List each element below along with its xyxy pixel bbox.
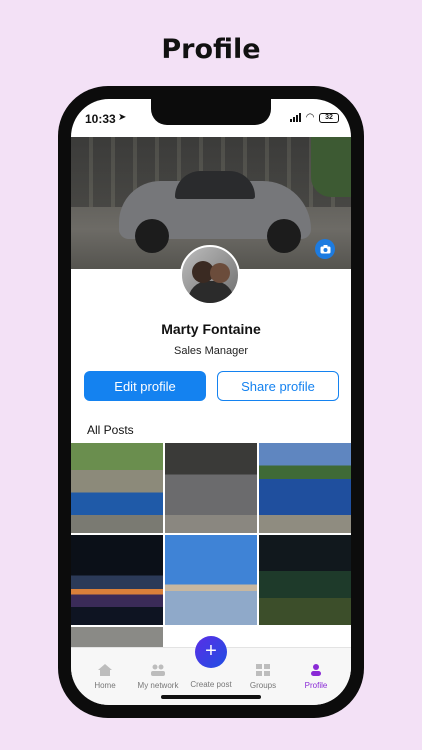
tab-create-post-label: Create post	[190, 680, 232, 689]
tab-profile[interactable]: Profile	[288, 664, 344, 690]
tab-groups-label: Groups	[249, 681, 277, 690]
wifi-icon: ◠	[306, 112, 314, 123]
profile-name: Marty Fontaine	[161, 321, 261, 337]
cover-car-wheel	[135, 219, 169, 253]
tab-groups[interactable]: Groups	[235, 664, 291, 690]
tab-my-network[interactable]: My network	[130, 664, 186, 690]
plus-icon: +	[205, 640, 217, 662]
page-heading: Profile	[161, 34, 261, 65]
battery-icon: 32	[319, 112, 339, 123]
profile-role: Sales Manager	[174, 345, 248, 357]
profile-icon	[311, 664, 321, 676]
posts-heading: All Posts	[87, 423, 134, 437]
share-profile-button[interactable]: Share profile	[217, 371, 339, 401]
post-thumbnail[interactable]	[259, 443, 351, 533]
notch	[151, 99, 271, 125]
tab-home-label: Home	[94, 681, 116, 690]
status-time: 10:33	[85, 112, 116, 126]
edit-profile-button[interactable]: Edit profile	[84, 371, 206, 401]
post-thumbnail[interactable]	[71, 443, 163, 533]
avatar[interactable]	[180, 245, 240, 305]
post-thumbnail[interactable]	[165, 443, 257, 533]
post-thumbnail[interactable]	[71, 535, 163, 625]
network-icon	[151, 664, 165, 676]
app-screen: 10:33 ➤ ◠ 32 Marty Fontaine Sales Manage…	[71, 99, 351, 705]
tab-create-post[interactable]: Create post	[183, 680, 239, 689]
home-icon	[98, 664, 112, 676]
cover-car-wheel	[267, 219, 301, 253]
signal-icon	[290, 113, 302, 122]
cover-tree	[311, 137, 351, 197]
tab-profile-label: Profile	[304, 681, 328, 690]
change-cover-camera-icon[interactable]	[315, 239, 335, 259]
post-thumbnail[interactable]	[165, 535, 257, 625]
tab-home[interactable]: Home	[77, 664, 133, 690]
location-arrow-icon: ➤	[118, 112, 127, 123]
cover-car-window	[175, 171, 255, 199]
home-indicator	[161, 695, 261, 699]
tab-my-network-label: My network	[137, 681, 179, 690]
create-post-button[interactable]: +	[195, 636, 227, 668]
groups-icon	[256, 664, 270, 676]
post-thumbnail[interactable]	[259, 535, 351, 625]
phone-frame: 10:33 ➤ ◠ 32 Marty Fontaine Sales Manage…	[58, 86, 364, 718]
